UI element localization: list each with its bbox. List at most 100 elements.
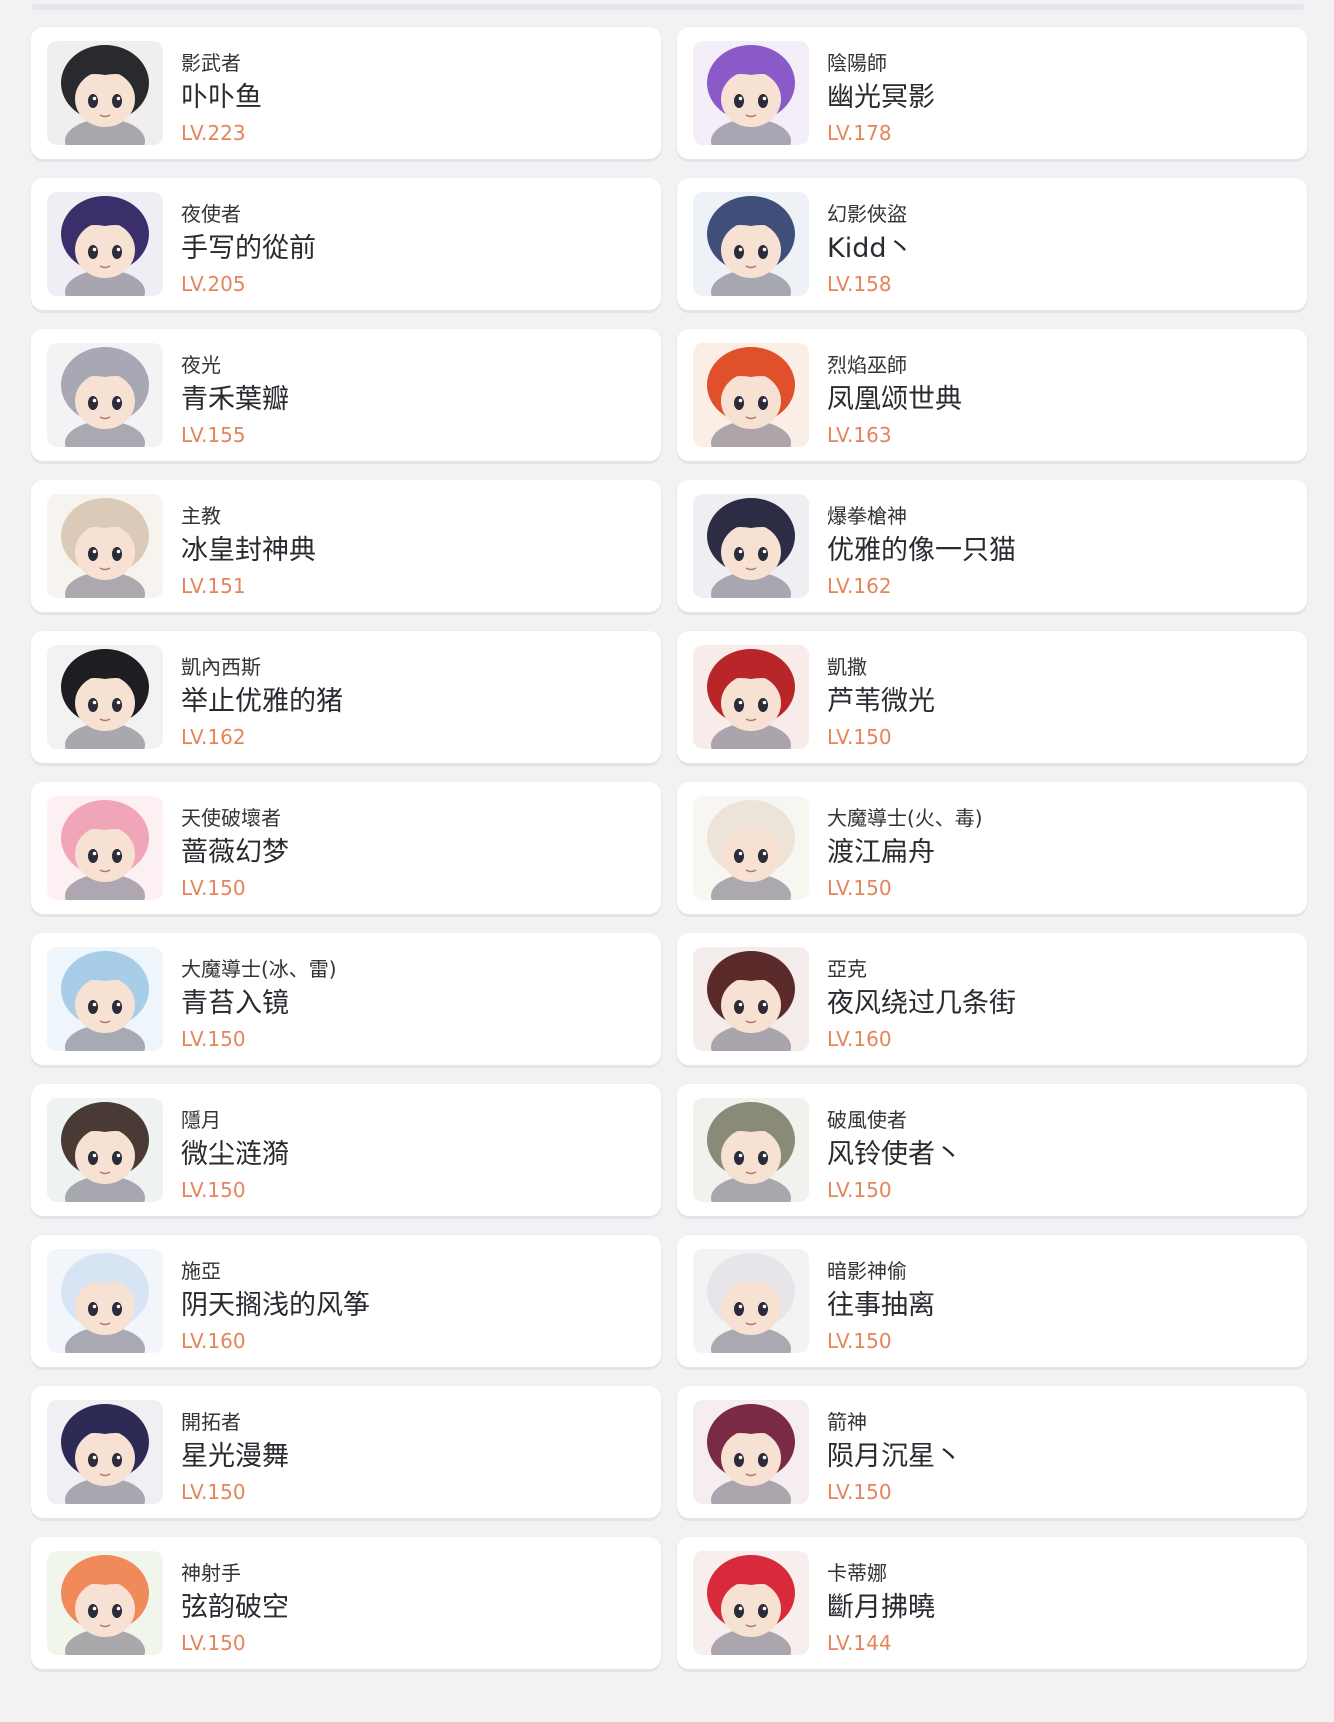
character-card[interactable]: 夜光 青禾葉瓣 LV.155	[31, 329, 661, 461]
character-card[interactable]: 凱內西斯 举止优雅的猪 LV.162	[31, 631, 661, 763]
character-name: 青禾葉瓣	[181, 384, 289, 415]
character-card[interactable]: 暗影神偷 往事抽离 LV.150	[677, 1235, 1307, 1367]
avatar-eye-shine-right	[762, 549, 767, 554]
character-job: 開拓者	[181, 1410, 241, 1434]
avatar-face	[75, 1128, 135, 1184]
avatar-eye-right	[112, 1302, 122, 1316]
character-card[interactable]: 隱月 微尘涟漪 LV.150	[31, 1084, 661, 1216]
character-level: LV.150	[181, 1027, 246, 1051]
character-avatar	[693, 1098, 809, 1202]
character-level: LV.150	[181, 1480, 246, 1504]
character-card[interactable]: 影武者 卟卟鱼 LV.223	[31, 27, 661, 159]
character-name: 微尘涟漪	[181, 1139, 289, 1170]
avatar-portrait	[47, 796, 163, 900]
avatar-portrait	[47, 645, 163, 749]
character-card[interactable]: 破風使者 风铃使者丶 LV.150	[677, 1084, 1307, 1216]
character-job: 烈焰巫師	[827, 353, 907, 377]
character-name: 星光漫舞	[181, 1441, 289, 1472]
avatar-face	[721, 222, 781, 278]
avatar-eye-right	[112, 1604, 122, 1618]
avatar-face	[721, 373, 781, 429]
avatar-eye-shine-left	[738, 247, 743, 252]
character-card[interactable]: 亞克 夜风绕过几条街 LV.160	[677, 933, 1307, 1065]
character-avatar	[693, 192, 809, 296]
avatar-eye-shine-left	[92, 1455, 97, 1460]
avatar-face	[75, 524, 135, 580]
character-avatar	[47, 645, 163, 749]
character-card[interactable]: 大魔導士(火、毒) 渡江扁舟 LV.150	[677, 782, 1307, 914]
avatar-face	[75, 222, 135, 278]
character-card[interactable]: 天使破壞者 蔷薇幻梦 LV.150	[31, 782, 661, 914]
avatar-eye-shine-right	[762, 1153, 767, 1158]
avatar-face	[721, 1430, 781, 1486]
avatar-eye-left	[88, 1453, 98, 1467]
character-job: 暗影神偷	[827, 1259, 907, 1283]
character-level: LV.155	[181, 423, 246, 447]
avatar-eye-shine-left	[92, 398, 97, 403]
character-card[interactable]: 開拓者 星光漫舞 LV.150	[31, 1386, 661, 1518]
character-avatar	[693, 1551, 809, 1655]
character-card[interactable]: 神射手 弦韵破空 LV.150	[31, 1537, 661, 1669]
avatar-face	[721, 675, 781, 731]
character-name: 渡江扁舟	[827, 837, 935, 868]
character-name: 幽光冥影	[827, 82, 935, 113]
avatar-eye-right	[112, 396, 122, 410]
avatar-eye-left	[88, 1151, 98, 1165]
avatar-portrait	[693, 192, 809, 296]
avatar-eye-left	[734, 547, 744, 561]
avatar-eye-left	[734, 1000, 744, 1014]
character-card[interactable]: 箭神 陨月沉星丶 LV.150	[677, 1386, 1307, 1518]
avatar-eye-left	[734, 1302, 744, 1316]
character-avatar	[47, 1400, 163, 1504]
character-name: 卟卟鱼	[181, 82, 262, 113]
avatar-eye-left	[88, 1604, 98, 1618]
avatar-face	[721, 977, 781, 1033]
character-job: 天使破壞者	[181, 806, 281, 830]
character-name: Kidd丶	[827, 233, 914, 264]
avatar-eye-left	[734, 1604, 744, 1618]
avatar-eye-right	[758, 1302, 768, 1316]
avatar-eye-shine-right	[116, 398, 121, 403]
avatar-eye-shine-left	[92, 851, 97, 856]
character-card[interactable]: 凱撒 芦苇微光 LV.150	[677, 631, 1307, 763]
character-card[interactable]: 爆拳槍神 优雅的像一只猫 LV.162	[677, 480, 1307, 612]
character-card[interactable]: 卡蒂娜 斷月拂曉 LV.144	[677, 1537, 1307, 1669]
avatar-portrait	[47, 1400, 163, 1504]
character-card[interactable]: 陰陽師 幽光冥影 LV.178	[677, 27, 1307, 159]
character-card[interactable]: 幻影俠盜 Kidd丶 LV.158	[677, 178, 1307, 310]
avatar-face	[75, 1430, 135, 1486]
avatar-eye-shine-right	[116, 851, 121, 856]
avatar-eye-shine-right	[762, 1455, 767, 1460]
character-avatar	[693, 494, 809, 598]
avatar-eye-left	[88, 849, 98, 863]
avatar-portrait	[47, 41, 163, 145]
character-avatar	[47, 1249, 163, 1353]
avatar-eye-shine-left	[738, 1153, 743, 1158]
character-card[interactable]: 施亞 阴天搁浅的风筝 LV.160	[31, 1235, 661, 1367]
avatar-portrait	[47, 947, 163, 1051]
character-job: 幻影俠盜	[827, 202, 907, 226]
character-card[interactable]: 夜使者 手写的從前 LV.205	[31, 178, 661, 310]
character-name: 陨月沉星丶	[827, 1441, 962, 1472]
character-name: 蔷薇幻梦	[181, 837, 289, 868]
character-card[interactable]: 主教 冰皇封神典 LV.151	[31, 480, 661, 612]
avatar-eye-shine-left	[92, 96, 97, 101]
character-card[interactable]: 烈焰巫師 凤凰颂世典 LV.163	[677, 329, 1307, 461]
character-avatar	[693, 343, 809, 447]
avatar-face	[75, 1581, 135, 1637]
avatar-portrait	[693, 343, 809, 447]
avatar-portrait	[693, 1551, 809, 1655]
avatar-portrait	[47, 343, 163, 447]
avatar-portrait	[47, 1098, 163, 1202]
avatar-eye-shine-left	[92, 549, 97, 554]
character-card[interactable]: 大魔導士(冰、雷) 青苔入镜 LV.150	[31, 933, 661, 1065]
avatar-eye-left	[734, 849, 744, 863]
avatar-eye-shine-left	[738, 96, 743, 101]
avatar-portrait	[693, 1098, 809, 1202]
avatar-eye-shine-left	[92, 1002, 97, 1007]
avatar-eye-right	[112, 94, 122, 108]
character-avatar	[693, 645, 809, 749]
avatar-eye-shine-right	[116, 1002, 121, 1007]
avatar-face	[721, 1279, 781, 1335]
character-level: LV.151	[181, 574, 246, 598]
